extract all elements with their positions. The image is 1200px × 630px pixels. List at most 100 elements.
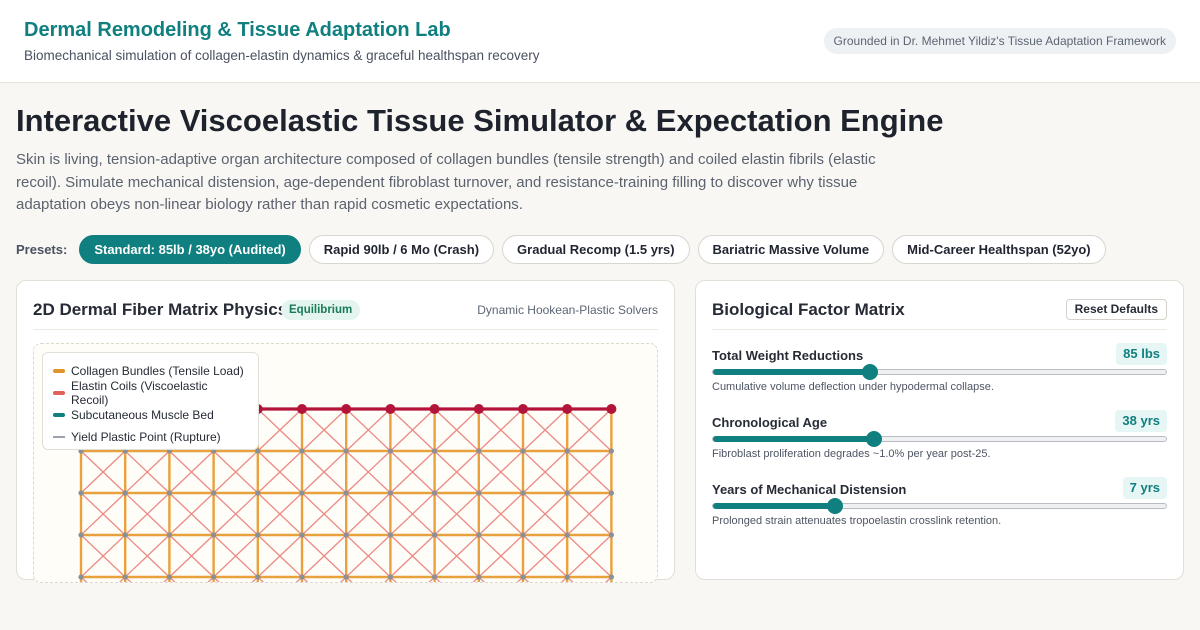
surface-node	[341, 404, 352, 414]
matrix-node	[343, 532, 349, 538]
weight-hint: Cumulative volume deflection under hypod…	[712, 381, 994, 393]
matrix-node	[299, 490, 305, 496]
weight-label: Total Weight Reductions	[712, 348, 864, 363]
surface-node	[473, 404, 484, 414]
matrix-node	[476, 532, 482, 538]
matrix-node	[255, 532, 261, 538]
age-slider[interactable]	[712, 431, 1167, 447]
fiber-matrix-panel: 2D Dermal Fiber Matrix Physics Equilibri…	[16, 280, 675, 583]
surface-node	[297, 404, 307, 414]
fiber-panel-header: 2D Dermal Fiber Matrix Physics Equilibri…	[33, 281, 658, 330]
reset-defaults-button[interactable]: Reset Defaults	[1065, 299, 1167, 320]
matrix-node	[432, 448, 438, 454]
matrix-node	[387, 574, 393, 580]
matrix-node	[387, 532, 393, 538]
brand-title: Dermal Remodeling & Tissue Adaptation La…	[24, 19, 451, 41]
collagen-swatch-icon	[53, 369, 65, 373]
matrix-node	[166, 490, 172, 496]
surface-node	[385, 404, 396, 414]
matrix-node	[564, 490, 570, 496]
matrix-node	[520, 448, 526, 454]
matrix-node	[166, 532, 172, 538]
legend-elastin-label: Elastin Coils (Viscoelastic Recoil)	[70, 379, 208, 407]
surface-node	[518, 404, 528, 414]
factor-matrix-panel: Biological Factor Matrix Reset Defaults …	[695, 280, 1184, 580]
matrix-node	[122, 574, 128, 580]
surface-node	[562, 404, 573, 414]
presets-label: Presets:	[16, 242, 68, 257]
brand-subtitle: Biomechanical simulation of collagen-ela…	[24, 48, 540, 63]
matrix-node	[564, 574, 570, 580]
matrix-node	[211, 574, 217, 580]
weight-slider[interactable]	[712, 364, 1167, 380]
matrix-node	[211, 532, 217, 538]
matrix-node	[122, 490, 128, 496]
factor-panel-header: Biological Factor Matrix Reset Defaults	[712, 281, 1167, 330]
factor-distension: Years of Mechanical Distension 7 yrs Pro…	[712, 477, 1167, 537]
distension-slider[interactable]	[712, 498, 1167, 514]
matrix-node	[432, 532, 438, 538]
fiber-legend: Collagen Bundles (Tensile Load) Elastin …	[42, 352, 259, 450]
matrix-node	[476, 490, 482, 496]
weight-slider-fill	[713, 369, 871, 375]
matrix-node	[432, 490, 438, 496]
distension-slider-thumb[interactable]	[827, 498, 844, 514]
preset-gradual-button[interactable]: Gradual Recomp (1.5 yrs)	[502, 235, 690, 264]
matrix-node	[432, 574, 438, 580]
fiber-simulation-canvas[interactable]: Collagen Bundles (Tensile Load) Elastin …	[33, 343, 658, 583]
matrix-node	[520, 532, 526, 538]
matrix-node	[78, 574, 84, 580]
matrix-node	[255, 574, 261, 580]
age-slider-thumb[interactable]	[865, 431, 882, 447]
distension-value: 7 yrs	[1122, 477, 1167, 499]
legend-muscle: Subcutaneous Muscle Bed	[53, 404, 248, 426]
weight-slider-thumb[interactable]	[862, 364, 879, 380]
matrix-node	[476, 448, 482, 454]
matrix-node	[608, 490, 615, 496]
matrix-node	[387, 448, 393, 454]
app-header: Dermal Remodeling & Tissue Adaptation La…	[0, 0, 1200, 83]
preset-midcareer-button[interactable]: Mid-Career Healthspan (52yo)	[892, 235, 1106, 264]
legend-yield-label: Yield Plastic Point (Rupture)	[71, 430, 221, 444]
matrix-node	[78, 490, 84, 496]
surface-node	[606, 404, 617, 414]
matrix-node	[520, 490, 526, 496]
legend-collagen-label: Collagen Bundles (Tensile Load)	[71, 364, 244, 378]
elastin-swatch-icon	[53, 391, 65, 395]
matrix-node	[564, 448, 570, 454]
matrix-node	[166, 574, 172, 580]
matrix-node	[343, 490, 349, 496]
status-badge: Equilibrium	[281, 300, 361, 320]
preset-rapid-button[interactable]: Rapid 90lb / 6 Mo (Crash)	[308, 235, 495, 264]
preset-bariatric-button[interactable]: Bariatric Massive Volume	[697, 235, 885, 264]
legend-yield: Yield Plastic Point (Rupture)	[53, 426, 248, 448]
matrix-node	[608, 532, 615, 538]
solver-note: Dynamic Hookean-Plastic Solvers	[477, 303, 658, 317]
surface-node	[429, 404, 440, 414]
matrix-node	[564, 532, 570, 538]
age-value: 38 yrs	[1115, 410, 1167, 432]
matrix-node	[608, 574, 615, 580]
factor-weight: Total Weight Reductions 85 lbs Cumulativ…	[712, 343, 1167, 403]
matrix-node	[255, 490, 261, 496]
legend-muscle-label: Subcutaneous Muscle Bed	[71, 408, 214, 422]
distension-slider-fill	[713, 503, 836, 509]
matrix-node	[476, 574, 482, 580]
preset-bar: Presets: Standard: 85lb / 38yo (Audited)…	[16, 235, 1114, 264]
matrix-node	[343, 574, 349, 580]
factor-age: Chronological Age 38 yrs Fibroblast prol…	[712, 410, 1167, 470]
matrix-node	[608, 448, 615, 454]
weight-value: 85 lbs	[1116, 343, 1167, 365]
factor-panel-title: Biological Factor Matrix	[712, 300, 905, 319]
page-title: Interactive Viscoelastic Tissue Simulato…	[16, 103, 944, 138]
fiber-panel-title: 2D Dermal Fiber Matrix Physics	[33, 300, 288, 319]
age-hint: Fibroblast proliferation degrades ~1.0% …	[712, 448, 991, 460]
matrix-node	[78, 532, 84, 538]
distension-hint: Prolonged strain attenuates tropoelastin…	[712, 515, 1002, 527]
matrix-node	[211, 490, 217, 496]
preset-standard-button[interactable]: Standard: 85lb / 38yo (Audited)	[79, 235, 301, 264]
matrix-node	[520, 574, 526, 580]
matrix-node	[387, 490, 393, 496]
framework-badge: Grounded in Dr. Mehmet Yildiz's Tissue A…	[823, 28, 1176, 54]
page-description: Skin is living, tension-adaptive organ a…	[16, 151, 876, 213]
